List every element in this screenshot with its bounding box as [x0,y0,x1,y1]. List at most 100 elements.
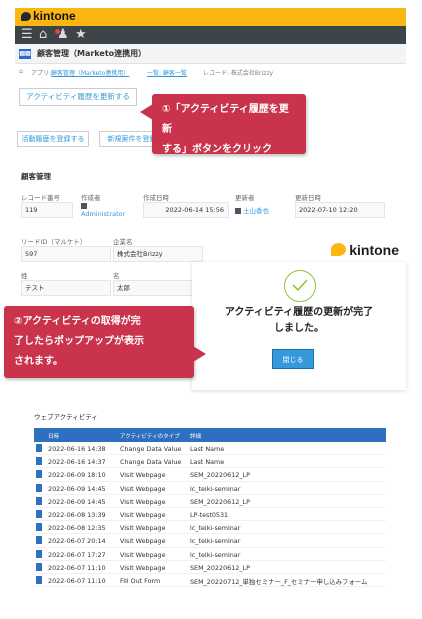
table-row: 2022-06-16 14:37 Change Data Value Last Na… [34,455,386,469]
table-row: 2022-06-09 14:45 Visit Webpage lc_teiki-se… [34,482,386,495]
notification-badge [55,29,60,34]
creator-label: 作成者 [81,194,101,202]
callout-2-line3: されます。 [14,356,63,367]
cell-detail: lc_teiki-seminar [190,537,241,546]
cell-type: Visit Webpage [120,563,166,572]
breadcrumb-view-link[interactable]: 一覧: 顧客一覧 [147,68,187,77]
table-row: 2022-06-16 14:38 Change Data Value Last Na… [34,442,386,456]
document-icon[interactable] [36,536,42,545]
cell-date: 2022-06-07 17:27 [48,550,106,559]
menu-icon[interactable]: ☰ [21,28,33,42]
cell-date: 2022-06-09 14:45 [48,497,106,506]
home-breadcrumb-icon[interactable]: ⌂ [19,68,23,75]
first-name-label: 名 [113,272,120,280]
lead-id-label: リードID（マルケト） [21,238,87,246]
favorite-star-icon[interactable]: ★ [75,28,87,42]
cell-date: 2022-06-08 13:39 [48,510,106,519]
lead-id-value: 597 [21,246,111,262]
updater-field: 土山香也 [235,205,269,215]
web-activity-table: 日時 アクティビティのタイプ 詳細 2022-06-16 14:38 Change… [34,428,386,588]
popup-message-line2: しました。 [274,323,324,334]
callout-pointer [193,346,206,362]
table-row: 2022-06-07 20:14 Visit Webpage lc_teiki-se… [34,534,386,548]
document-icon[interactable] [36,470,42,479]
document-icon[interactable] [36,575,42,584]
cell-type: Fill Out Form [120,576,161,585]
breadcrumb-record: レコード: 株式会社Brizzy [203,70,274,77]
kintone-logo: kintone [21,9,76,23]
cell-type: Visit Webpage [120,524,166,533]
table-body: 2022-06-16 14:38 Change Data Value Last Na… [34,442,386,588]
cell-date: 2022-06-09 14:45 [48,484,106,493]
table-row: 2022-06-07 17:27 Visit Webpage lc_teiki-se… [34,548,386,561]
cell-detail: SEM_20220712_単独セミナー_F_セミナー申し込みフォーム [190,577,368,586]
kintone-logo-text: kintone [33,9,76,23]
table-row: 2022-06-07 11:10 Visit Webpage SEM_2022061… [34,561,386,574]
document-icon[interactable] [36,523,42,532]
record-no-value: 119 [21,202,73,218]
home-icon[interactable]: ⌂ [39,28,47,42]
cell-type: Visit Webpage [120,484,166,493]
popup-message-line1: アクティビティ履歴の更新が完了 [224,307,374,318]
document-icon[interactable] [36,562,42,571]
kintone-logo-icon [331,243,347,256]
table-row: 2022-06-08 12:35 Visit Webpage lc_teiki-se… [34,521,386,535]
section-title: 顧客管理 [21,172,51,181]
cell-type: Visit Webpage [120,471,166,480]
column-header-date: 日時 [48,434,60,440]
instruction-callout-2: ②アクティビティの取得が完 了したらポップアップが表示 されます。 [4,306,206,378]
cell-detail: lc_teiki-seminar [190,550,241,559]
cell-detail: lc_teiki-seminar [190,484,241,493]
document-icon[interactable] [36,509,42,518]
callout-2-line1: ②アクティビティの取得が完 [14,316,141,327]
column-header-detail: 詳細 [190,434,202,440]
cell-date: 2022-06-16 14:38 [48,445,106,453]
popup-kintone-logo: kintone [283,238,403,262]
popup-message: アクティビティ履歴の更新が完了 しました。 [192,305,406,337]
updater-label: 更新者 [235,194,255,202]
cell-detail: SEM_20220612_LP [190,497,250,506]
close-button[interactable]: 閉じる [272,349,314,369]
cell-date: 2022-06-07 11:10 [48,576,106,585]
company-label: 企業名 [113,238,133,246]
updater-link[interactable]: 土山香也 [243,207,269,215]
callout-1-line1: ①「アクティビティ履歴を更新 [162,104,289,135]
user-icon [81,203,87,209]
document-icon[interactable] [36,496,42,505]
kintone-logo-icon [21,12,31,21]
column-header-type: アクティビティのタイプ [120,434,180,440]
app-title: 顧客管理（Marketo連携用） [37,49,147,58]
cell-detail: Last Name [190,445,225,453]
last-name-label: 姓 [21,272,28,280]
callout-2-line2: 了したらポップアップが表示 [14,336,144,347]
global-nav: ☰ ⌂ ♟ ★ [15,26,406,44]
cell-type: Visit Webpage [120,497,166,506]
popup-logo-text: kintone [349,242,399,258]
record-no-label: レコード番号 [21,194,60,202]
table-row: 2022-06-07 11:10 Fill Out Form SEM_2022071… [34,574,386,588]
cell-type: Change Data Value [120,458,182,467]
cell-date: 2022-06-07 20:14 [48,537,106,546]
document-icon[interactable] [36,457,42,466]
first-name-value: 太郎 [113,280,203,296]
callout-1-line2: する」ボタンをクリック [162,144,272,155]
cell-date: 2022-06-08 12:35 [48,524,106,533]
creator-link[interactable]: Administrator [81,210,125,218]
document-icon[interactable] [36,483,42,492]
register-activity-button[interactable]: 活動履歴を登録する [17,131,89,147]
update-activity-button[interactable]: アクティビティ履歴を更新する [19,88,137,106]
updated-label: 更新日時 [295,194,321,202]
cell-detail: lc_teiki-seminar [190,524,241,533]
document-icon[interactable] [36,549,42,558]
breadcrumb-app-link[interactable]: 顧客管理（Marketo連携用） [51,68,129,77]
cell-type: Visit Webpage [120,550,166,559]
breadcrumb-item: アプリ: [31,70,52,77]
company-value: 株式会社Brizzy [113,246,203,262]
cell-detail: SEM_20220612_LP [190,471,250,480]
check-circle-icon [284,270,316,302]
cell-date: 2022-06-09 18:10 [48,471,106,480]
document-icon[interactable] [36,444,42,452]
app-icon: ▤▤ [19,49,31,59]
created-value: 2022-06-14 15:56 [143,202,229,218]
table-row: 2022-06-09 14:45 Visit Webpage SEM_2022061… [34,495,386,508]
